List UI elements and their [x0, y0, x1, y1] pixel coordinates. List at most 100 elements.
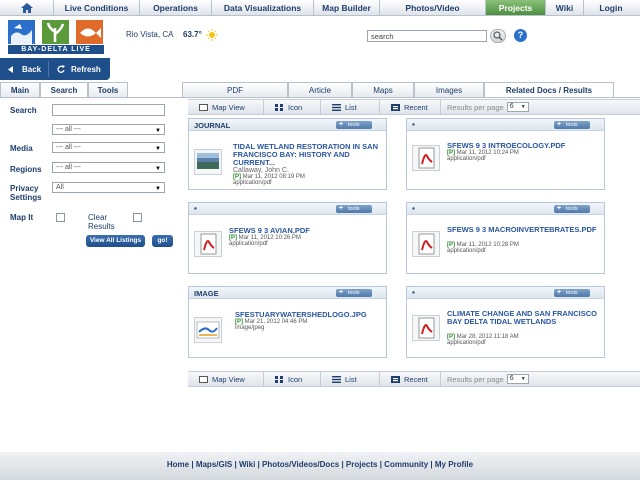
tools-button[interactable]: + tools [336, 121, 372, 129]
grid-icon [275, 103, 283, 111]
chevron-down-icon: ▼ [520, 104, 526, 110]
recent-button[interactable]: Recent [380, 372, 441, 386]
tab-search[interactable]: Search [40, 82, 88, 97]
map-it-checkbox[interactable] [56, 213, 65, 222]
footer-link-wiki[interactable]: Wiki [239, 460, 255, 469]
card-title-link[interactable]: CLIMATE CHANGE AND SAN FRANCISCO BAY DEL… [447, 310, 601, 326]
footer-link-photos-videos-docs[interactable]: Photos/Videos/Docs [262, 460, 339, 469]
tab-tools[interactable]: Tools [88, 82, 128, 97]
footer-link-community[interactable]: Community [384, 460, 428, 469]
home-icon[interactable] [20, 2, 33, 13]
pdf-icon[interactable] [194, 231, 222, 257]
tools-button[interactable]: + tools [554, 289, 590, 297]
list-view-button[interactable]: List [321, 100, 380, 114]
media-select[interactable]: --- all --- ▼ [52, 142, 165, 153]
pdf-icon[interactable] [412, 145, 440, 171]
tools-button[interactable]: + tools [336, 289, 372, 297]
tools-button[interactable]: + tools [554, 121, 590, 129]
go-button[interactable]: go! [152, 235, 173, 247]
refresh-button[interactable]: Refresh [49, 58, 109, 80]
search-button[interactable] [490, 29, 506, 43]
tab-related-docs[interactable]: Related Docs / Results [484, 82, 614, 97]
top-navigation: Live Conditions Operations Data Visualiz… [0, 0, 640, 16]
type-select-value: --- all --- [56, 126, 81, 133]
refresh-icon [57, 65, 65, 73]
pdf-icon[interactable] [412, 315, 440, 341]
footer-link-projects[interactable]: Projects [346, 460, 378, 469]
card-mime: application/pdf [447, 248, 486, 254]
privacy-select-value: All [56, 184, 64, 191]
recent-icon [391, 103, 400, 111]
tab-main[interactable]: Main [0, 82, 40, 97]
view-bar-bottom: Map View Icon List Recent Results per pa… [188, 371, 640, 387]
map-view-button[interactable]: Map View [188, 372, 264, 386]
help-icon[interactable]: ? [514, 29, 527, 42]
type-select[interactable]: --- all --- ▼ [52, 124, 165, 135]
clear-results-checkbox[interactable] [133, 213, 142, 222]
sidebar-tabs: Main Search Tools [0, 82, 182, 98]
card-title-link[interactable]: TIDAL WETLAND RESTORATION IN SAN FRANCIS… [233, 143, 383, 167]
card-title-link[interactable]: SFESTUARYWATERSHEDLOGO.JPG [235, 311, 383, 319]
icon-view-button[interactable]: Icon [264, 372, 321, 386]
recent-button[interactable]: Recent [380, 100, 441, 114]
results-per-page-select[interactable]: 6 ▼ [506, 102, 529, 112]
media-label: Media [10, 144, 33, 153]
search-label: Search [10, 106, 37, 115]
footer-link-my-profile[interactable]: My Profile [435, 460, 473, 469]
list-view-button[interactable]: List [321, 372, 380, 386]
results-per-page-select[interactable]: 6 ▼ [506, 374, 529, 384]
tab-maps[interactable]: Maps [352, 82, 414, 97]
privacy-select[interactable]: All ▼ [52, 182, 165, 193]
plus-icon: + [339, 205, 344, 212]
list-view-label: List [345, 102, 357, 112]
tab-pdf[interactable]: PDF [182, 82, 288, 97]
tools-button[interactable]: + tools [336, 205, 372, 213]
card-header: * + tools [407, 287, 604, 299]
nav-login[interactable]: Login [584, 0, 638, 15]
action-bar: Back Refresh [0, 58, 110, 80]
tab-article[interactable]: Article [288, 82, 352, 97]
sidebar-search-input[interactable] [52, 104, 165, 116]
map-view-button[interactable]: Map View [188, 100, 264, 114]
nav-map-builder[interactable]: Map Builder [314, 0, 380, 15]
bay-delta-live-logo[interactable]: BAY-DELTA LIVE [8, 20, 104, 54]
plus-icon: + [557, 289, 562, 296]
location-label: Rio Vista, CA [126, 30, 174, 39]
card-title-link[interactable]: SFEWS 9 3 INTROECOLOGY.PDF [447, 142, 601, 150]
pdf-icon[interactable] [412, 231, 440, 257]
list-icon [332, 375, 341, 383]
card-header: * + tools [189, 203, 386, 215]
tools-label: tools [348, 206, 360, 212]
nav-home[interactable] [0, 0, 54, 15]
card-header: IMAGE + tools [189, 287, 386, 299]
footer-link-home[interactable]: Home [167, 460, 189, 469]
nav-projects[interactable]: Projects [486, 0, 546, 15]
back-button[interactable]: Back [0, 58, 48, 80]
nav-operations[interactable]: Operations [140, 0, 212, 15]
nav-data-visualizations[interactable]: Data Visualizations [212, 0, 314, 15]
results-per-page: Results per page 6 ▼ [441, 100, 529, 114]
chevron-down-icon: ▼ [155, 186, 161, 192]
icon-view-button[interactable]: Icon [264, 100, 321, 114]
nav-live-conditions[interactable]: Live Conditions [54, 0, 140, 15]
chevron-down-icon: ▼ [155, 146, 161, 152]
tab-images[interactable]: Images [414, 82, 484, 97]
refresh-label: Refresh [71, 64, 101, 74]
photo-thumbnail-icon[interactable] [194, 149, 222, 175]
recent-label: Recent [404, 102, 428, 112]
result-card: * + tools SFEWS 9 3 INTROECOLOGY.PDF [P] … [406, 118, 605, 190]
footer-link-maps-gis[interactable]: Maps/GIS [196, 460, 232, 469]
nav-wiki[interactable]: Wiki [546, 0, 584, 15]
nav-photos-video[interactable]: Photos/Video [380, 0, 486, 15]
card-title-link[interactable]: SFEWS 9 3 AVIAN.PDF [229, 227, 383, 235]
card-type: * [412, 205, 415, 214]
global-search-input[interactable] [367, 30, 487, 42]
card-header: * + tools [407, 203, 604, 215]
image-thumbnail-icon[interactable] [194, 317, 222, 343]
tools-button[interactable]: + tools [554, 205, 590, 213]
card-title-link[interactable]: SFEWS 9 3 MACROINVERTEBRATES.PDF [447, 226, 601, 234]
regions-select[interactable]: --- all --- ▼ [52, 162, 165, 173]
sun-icon [206, 29, 218, 41]
view-all-listings-button[interactable]: View All Listings [86, 235, 145, 247]
card-type: IMAGE [194, 289, 219, 298]
